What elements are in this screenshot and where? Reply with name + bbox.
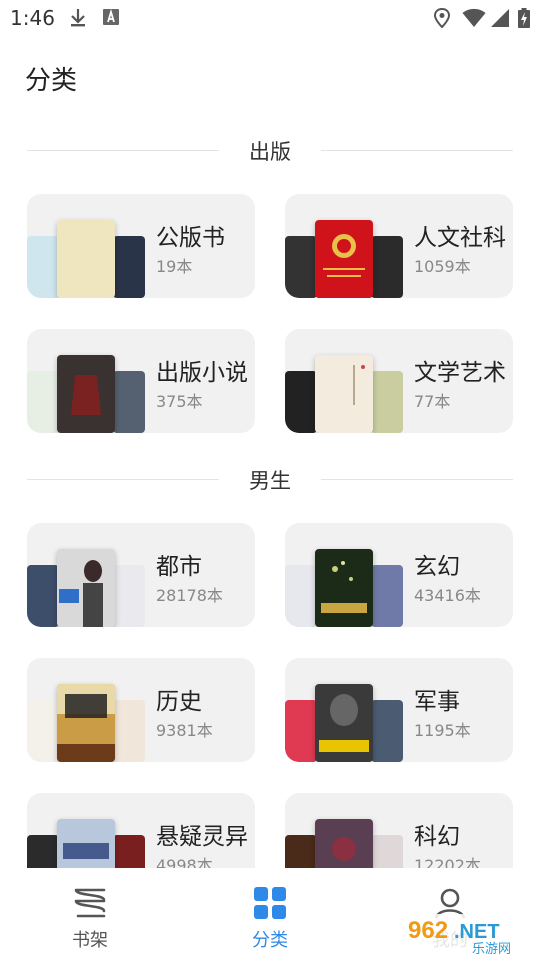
cover-art xyxy=(353,365,365,405)
category-name: 科幻 xyxy=(414,824,460,850)
nav-categories[interactable]: 分类 xyxy=(210,868,330,960)
category-card-history[interactable]: 历史 9381本 xyxy=(27,658,255,762)
download-icon xyxy=(69,8,87,32)
bookshelf-icon xyxy=(72,886,108,924)
battery-charging-icon xyxy=(518,8,530,32)
category-grid-icon xyxy=(253,886,287,924)
book-cover xyxy=(285,565,317,627)
cover-art xyxy=(71,375,101,415)
category-name: 悬疑灵异 xyxy=(156,824,248,850)
section-label: 男生 xyxy=(249,469,291,493)
cover-art xyxy=(321,561,367,613)
category-count: 9381本 xyxy=(156,721,213,740)
category-name: 出版小说 xyxy=(156,360,248,386)
svg-text:乐游网: 乐游网 xyxy=(472,942,511,956)
cover-stack xyxy=(27,658,255,762)
divider xyxy=(321,479,513,480)
category-name: 文学艺术 xyxy=(414,360,506,386)
watermark-logo: 962 .NET 乐游网 xyxy=(402,912,534,957)
category-count: 77本 xyxy=(414,392,451,411)
section-label: 出版 xyxy=(249,140,291,164)
category-name: 历史 xyxy=(156,689,202,715)
category-name: 公版书 xyxy=(156,225,225,251)
book-cover xyxy=(27,236,59,298)
svg-text:962: 962 xyxy=(408,917,448,944)
category-name: 玄幻 xyxy=(414,554,460,580)
book-cover xyxy=(315,549,373,627)
nav-label: 书架 xyxy=(72,930,108,951)
book-cover xyxy=(285,371,317,433)
category-count: 1059本 xyxy=(414,257,471,276)
category-count: 375本 xyxy=(156,392,203,411)
wifi-icon xyxy=(462,8,486,32)
status-bar: 1:46 xyxy=(0,0,540,36)
category-name: 军事 xyxy=(414,689,460,715)
book-cover xyxy=(57,355,115,433)
book-cover xyxy=(315,220,373,298)
category-name: 人文社科 xyxy=(414,225,506,251)
location-icon xyxy=(433,7,451,32)
status-time: 1:46 xyxy=(10,6,55,30)
signal-icon xyxy=(490,8,510,32)
category-card-fantasy[interactable]: 玄幻 43416本 xyxy=(285,523,513,627)
national-emblem-icon xyxy=(323,234,365,277)
category-card-public-domain[interactable]: 公版书 19本 xyxy=(27,194,255,298)
category-card-military[interactable]: 军事 1195本 xyxy=(285,658,513,762)
book-cover xyxy=(57,684,115,762)
book-cover xyxy=(27,700,59,762)
category-name: 都市 xyxy=(156,554,202,580)
section-header-publishing: 出版 xyxy=(27,136,513,166)
book-cover xyxy=(57,220,115,298)
book-cover xyxy=(57,549,115,627)
book-cover xyxy=(27,565,59,627)
svg-text:.NET: .NET xyxy=(454,921,500,943)
book-cover xyxy=(371,371,403,433)
category-count: 43416本 xyxy=(414,586,481,605)
divider xyxy=(321,150,513,151)
book-cover xyxy=(371,565,403,627)
category-count: 1195本 xyxy=(414,721,471,740)
book-cover xyxy=(315,684,373,762)
nav-bookshelf[interactable]: 书架 xyxy=(30,868,150,960)
category-card-urban[interactable]: 都市 28178本 xyxy=(27,523,255,627)
book-cover xyxy=(113,700,145,762)
nav-label: 分类 xyxy=(252,930,288,951)
cover-art xyxy=(319,694,369,752)
cover-art xyxy=(59,560,103,627)
category-count: 28178本 xyxy=(156,586,223,605)
cover-stack xyxy=(285,523,513,627)
book-cover xyxy=(113,565,145,627)
cover-stack xyxy=(285,658,513,762)
section-header-male: 男生 xyxy=(27,465,513,495)
book-cover xyxy=(27,371,59,433)
cover-stack xyxy=(27,523,255,627)
book-cover xyxy=(113,371,145,433)
category-card-humanities[interactable]: 人文社科 1059本 xyxy=(285,194,513,298)
category-card-published-fiction[interactable]: 出版小说 375本 xyxy=(27,329,255,433)
book-cover xyxy=(315,355,373,433)
book-cover xyxy=(113,236,145,298)
category-card-literature-art[interactable]: 文学艺术 77本 xyxy=(285,329,513,433)
a-box-icon xyxy=(103,8,119,30)
book-cover xyxy=(285,236,317,298)
book-cover xyxy=(371,236,403,298)
category-count: 19本 xyxy=(156,257,193,276)
book-cover xyxy=(285,700,317,762)
cover-art xyxy=(57,684,115,762)
book-cover xyxy=(371,700,403,762)
page-title: 分类 xyxy=(25,66,78,96)
